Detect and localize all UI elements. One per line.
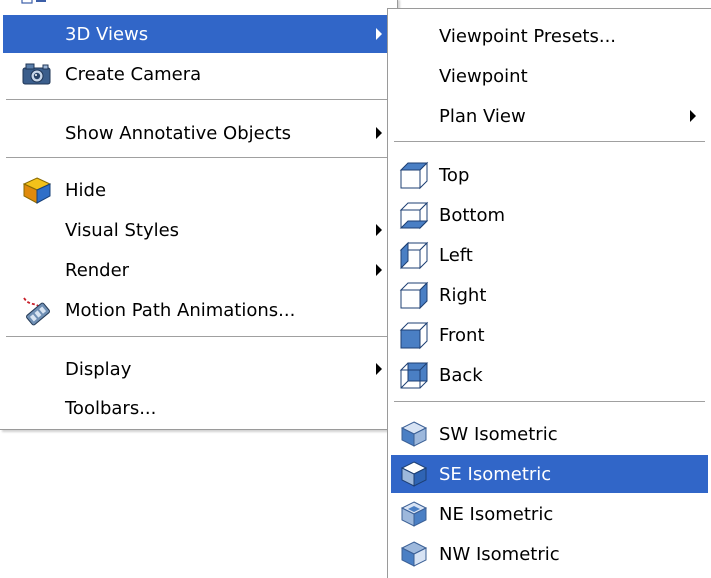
submenu-item-viewpoint-presets-label: Viewpoint Presets... [439,25,617,47]
view-left-cube-icon [395,236,433,274]
se-isometric-icon [395,455,433,493]
menu-separator [6,157,391,159]
submenu-item-front-label: Front [439,324,485,346]
submenu-item-bottom-label: Bottom [439,204,506,226]
menu-item-toolbars-label: Toolbars... [65,397,157,419]
menu-item-display[interactable]: Display [3,350,394,388]
submenu-item-viewpoint-presets[interactable]: Viewpoint Presets... [391,17,708,55]
3d-views-submenu: Viewpoint Presets... Viewpoint Plan View… [387,8,711,578]
view-menu: 3D Views Create Camera Show Annotative O… [0,0,398,430]
menu-item-render-label: Render [65,259,130,281]
submenu-item-se-isometric[interactable]: SE Isometric [391,455,708,493]
menu-item-create-camera[interactable]: Create Camera [3,55,394,93]
submenu-arrow-icon [690,110,696,122]
submenu-item-right[interactable]: Right [391,276,708,314]
menu-separator [394,141,705,143]
submenu-item-plan-view-label: Plan View [439,105,526,127]
submenu-item-plan-view[interactable]: Plan View [391,97,708,135]
submenu-item-back-label: Back [439,364,483,386]
menu-item-hide[interactable]: Hide [3,171,394,209]
menu-separator [394,401,705,403]
submenu-arrow-icon [376,127,382,139]
view-front-cube-icon [395,316,433,354]
view-back-cube-icon [395,356,433,394]
submenu-item-viewpoint[interactable]: Viewpoint [391,57,708,95]
submenu-item-bottom[interactable]: Bottom [391,196,708,234]
hide-shaded-box-icon [19,173,55,207]
submenu-item-nw-isometric[interactable]: NW Isometric [391,535,708,573]
submenu-item-viewpoint-label: Viewpoint [439,65,528,87]
submenu-arrow-icon [376,264,382,276]
camera-icon [19,57,55,91]
submenu-item-left[interactable]: Left [391,236,708,274]
submenu-item-nw-isometric-label: NW Isometric [439,543,560,565]
submenu-arrow-icon [376,224,382,236]
menu-item-display-label: Display [65,358,132,380]
menu-item-visual-styles-label: Visual Styles [65,219,180,241]
view-bottom-cube-icon [395,196,433,234]
menu-item-show-annotative-objects-label: Show Annotative Objects [65,122,292,144]
menu-item-3d-views-label: 3D Views [65,23,149,45]
menu-item-3d-views[interactable]: 3D Views [3,15,394,53]
menu-item-create-camera-label: Create Camera [65,63,202,85]
submenu-arrow-icon [376,28,382,40]
motion-path-icon [19,293,55,327]
partial-icon [21,0,46,4]
menu-item-hide-label: Hide [65,179,107,201]
menu-item-toolbars[interactable]: Toolbars... [3,389,394,427]
menu-item-motion-path-animations[interactable]: Motion Path Animations... [3,291,394,329]
menu-item-show-annotative-objects[interactable]: Show Annotative Objects [3,114,394,152]
submenu-item-top-label: Top [439,164,470,186]
nw-isometric-icon [395,535,433,573]
submenu-item-ne-isometric-label: NE Isometric [439,503,554,525]
sw-isometric-icon [395,415,433,453]
submenu-item-se-isometric-label: SE Isometric [439,463,552,485]
ne-isometric-icon [395,495,433,533]
view-right-cube-icon [395,276,433,314]
submenu-item-left-label: Left [439,244,473,266]
view-top-cube-icon [395,156,433,194]
menu-item-visual-styles[interactable]: Visual Styles [3,211,394,249]
submenu-item-front[interactable]: Front [391,316,708,354]
menu-item-motion-path-animations-label: Motion Path Animations... [65,299,296,321]
submenu-item-right-label: Right [439,284,487,306]
submenu-arrow-icon [376,363,382,375]
menu-separator [6,336,391,338]
submenu-item-top[interactable]: Top [391,156,708,194]
menu-separator [6,99,391,101]
submenu-item-sw-isometric[interactable]: SW Isometric [391,415,708,453]
submenu-item-back[interactable]: Back [391,356,708,394]
menu-item-render[interactable]: Render [3,251,394,289]
submenu-item-ne-isometric[interactable]: NE Isometric [391,495,708,533]
submenu-item-sw-isometric-label: SW Isometric [439,423,558,445]
